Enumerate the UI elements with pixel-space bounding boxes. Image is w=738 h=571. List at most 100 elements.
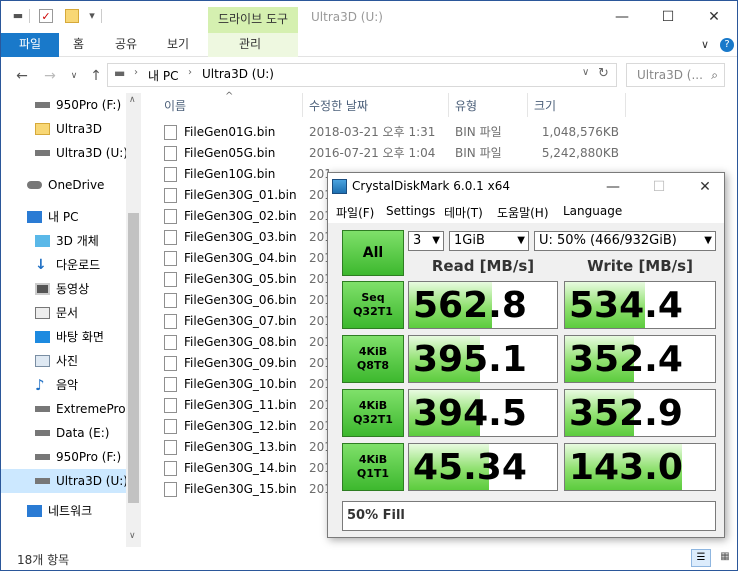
window-title: Ultra3D (U:) xyxy=(311,10,383,24)
nav-item-data[interactable]: Data (E:) xyxy=(1,421,126,445)
address-dropdown-icon[interactable]: ∨ xyxy=(582,67,589,78)
column-header-name[interactable]: 이름 xyxy=(164,97,186,114)
large-icons-view-icon[interactable]: ▦ xyxy=(715,549,735,567)
separator xyxy=(101,9,102,23)
column-header-size[interactable]: 크기 xyxy=(534,97,556,114)
column-separator[interactable] xyxy=(448,93,449,117)
nav-item-extremepro[interactable]: ExtremePro ( xyxy=(1,397,126,421)
address-bar-row: ← → ∨ ↑ ▬ › 내 PC › Ultra3D (U:) ∨ ↻ Ultr… xyxy=(1,57,737,93)
crystaldiskmark-logo-icon xyxy=(332,179,347,194)
tab-view[interactable]: 보기 xyxy=(167,33,189,57)
sort-up-icon: ^ xyxy=(225,91,234,102)
file-name: FileGen30G_01.bin xyxy=(184,188,297,202)
chevron-down-icon: ▼ xyxy=(432,235,440,246)
comment-field[interactable]: 50% Fill xyxy=(342,501,716,531)
file-icon xyxy=(164,209,177,224)
cloud-icon xyxy=(27,181,42,189)
maximize-button[interactable]: ☐ xyxy=(653,5,683,29)
chevron-right-icon: › xyxy=(134,67,138,78)
close-button[interactable]: ✕ xyxy=(699,5,729,29)
menu-language[interactable]: Language xyxy=(563,204,622,218)
nav-item-network[interactable]: 네트워크 xyxy=(1,499,126,523)
tab-home[interactable]: 홈 xyxy=(73,33,84,57)
recent-dropdown-icon[interactable]: ∨ xyxy=(65,67,83,85)
test-button-4kib-q8t8[interactable]: 4KiB Q8T8 xyxy=(342,335,404,383)
item-count: 18개 항목 xyxy=(17,553,70,567)
column-separator[interactable] xyxy=(625,93,626,117)
nav-item-desktop[interactable]: 바탕 화면 xyxy=(1,325,126,349)
cdm-maximize-button[interactable]: ☐ xyxy=(644,175,674,199)
nav-item-onedrive[interactable]: OneDrive xyxy=(1,173,126,197)
scroll-down-icon[interactable]: ∨ xyxy=(129,531,136,541)
nav-item-3d-objects[interactable]: 3D 개체 xyxy=(1,229,126,253)
drive-icon[interactable]: ▬ xyxy=(11,9,25,23)
read-result-4kib-q8t8: 395.1 xyxy=(408,335,558,383)
nav-item-pictures[interactable]: 사진 xyxy=(1,349,126,373)
tab-manage[interactable]: 관리 xyxy=(239,33,261,57)
nav-item-videos[interactable]: 동영상 xyxy=(1,277,126,301)
drive-icon xyxy=(35,406,50,412)
breadcrumb-drive[interactable]: Ultra3D (U:) xyxy=(202,67,274,81)
cdm-minimize-button[interactable]: — xyxy=(598,175,628,199)
menu-file[interactable]: 파일(F) xyxy=(336,204,374,221)
chevron-right-icon: › xyxy=(188,67,192,78)
nav-item-ultra3d-drive[interactable]: Ultra3D (U:) xyxy=(1,141,126,165)
column-header-date[interactable]: 수정한 날짜 xyxy=(309,97,368,114)
chevron-down-icon[interactable]: ∨ xyxy=(701,33,709,57)
cdm-close-button[interactable]: ✕ xyxy=(690,175,720,199)
refresh-icon[interactable]: ↻ xyxy=(598,66,609,81)
desktop-icon xyxy=(35,331,50,343)
scroll-up-icon[interactable]: ∧ xyxy=(129,95,136,105)
nav-scrollbar-thumb[interactable] xyxy=(128,213,139,503)
music-icon: ♪ xyxy=(35,376,45,394)
nav-item-music[interactable]: ♪ 음악 xyxy=(1,373,126,397)
details-view-icon[interactable]: ☰ xyxy=(691,549,711,567)
quick-access-dropdown-icon[interactable]: ▾ xyxy=(85,9,99,23)
nav-item-ultra3d-selected[interactable]: Ultra3D (U:) xyxy=(1,469,126,493)
write-result-4kib-q1t1: 143.0 xyxy=(564,443,716,491)
chevron-down-icon: ▼ xyxy=(517,235,525,246)
size-select[interactable]: 1GiB ▼ xyxy=(449,231,529,251)
file-name: FileGen30G_11.bin xyxy=(184,398,297,412)
file-name: FileGen10G.bin xyxy=(184,167,276,181)
forward-icon[interactable]: → xyxy=(41,67,59,85)
test-button-4kib-q32t1[interactable]: 4KiB Q32T1 xyxy=(342,389,404,437)
nav-item-ultra3d-folder[interactable]: Ultra3D xyxy=(1,117,126,141)
all-button[interactable]: All xyxy=(342,230,404,276)
minimize-button[interactable]: — xyxy=(607,5,637,29)
count-select[interactable]: 3 ▼ xyxy=(408,231,444,251)
up-icon[interactable]: ↑ xyxy=(87,67,105,85)
properties-icon[interactable]: ✓ xyxy=(39,9,53,23)
search-input[interactable]: Ultra3D (... ⌕ xyxy=(626,63,725,87)
address-field[interactable]: ▬ › 내 PC › Ultra3D (U:) ∨ ↻ xyxy=(107,63,617,87)
drive-select[interactable]: U: 50% (466/932GiB) ▼ xyxy=(534,231,716,251)
nav-item-950pro[interactable]: 950Pro (F:) xyxy=(1,93,126,117)
file-type: BIN 파일 xyxy=(455,125,502,139)
file-icon xyxy=(164,125,177,140)
back-icon[interactable]: ← xyxy=(13,67,31,85)
menu-settings[interactable]: Settings xyxy=(386,204,435,218)
new-folder-icon[interactable] xyxy=(65,9,79,23)
table-row[interactable]: FileGen01G.bin 2018-03-21 오후 1:31 BIN 파일 1,… xyxy=(161,122,631,143)
nav-item-this-pc[interactable]: 내 PC xyxy=(1,205,126,229)
menu-theme[interactable]: 테마(T) xyxy=(444,204,483,221)
read-result-4kib-q32t1: 394.5 xyxy=(408,389,558,437)
folder-icon xyxy=(35,123,50,135)
test-button-4kib-q1t1[interactable]: 4KiB Q1T1 xyxy=(342,443,404,491)
column-header-type[interactable]: 유형 xyxy=(455,97,477,114)
breadcrumb-this-pc[interactable]: 내 PC xyxy=(148,67,178,84)
test-button-seq-q32t1[interactable]: Seq Q32T1 xyxy=(342,281,404,329)
help-icon[interactable]: ? xyxy=(720,38,734,52)
table-row[interactable]: FileGen05G.bin 2016-07-21 오후 1:04 BIN 파일 5,… xyxy=(161,143,631,164)
column-separator[interactable] xyxy=(527,93,528,117)
drive-icon xyxy=(35,454,50,460)
tab-share[interactable]: 공유 xyxy=(115,33,137,57)
menu-help[interactable]: 도움말(H) xyxy=(497,204,549,221)
column-separator[interactable] xyxy=(302,93,303,117)
nav-item-downloads[interactable]: ↓ 다운로드 xyxy=(1,253,126,277)
nav-item-documents[interactable]: 문서 xyxy=(1,301,126,325)
nav-item-950pro-2[interactable]: 950Pro (F:) xyxy=(1,445,126,469)
tab-file[interactable]: 파일 xyxy=(1,33,59,57)
document-icon xyxy=(35,307,50,319)
file-icon xyxy=(164,146,177,161)
